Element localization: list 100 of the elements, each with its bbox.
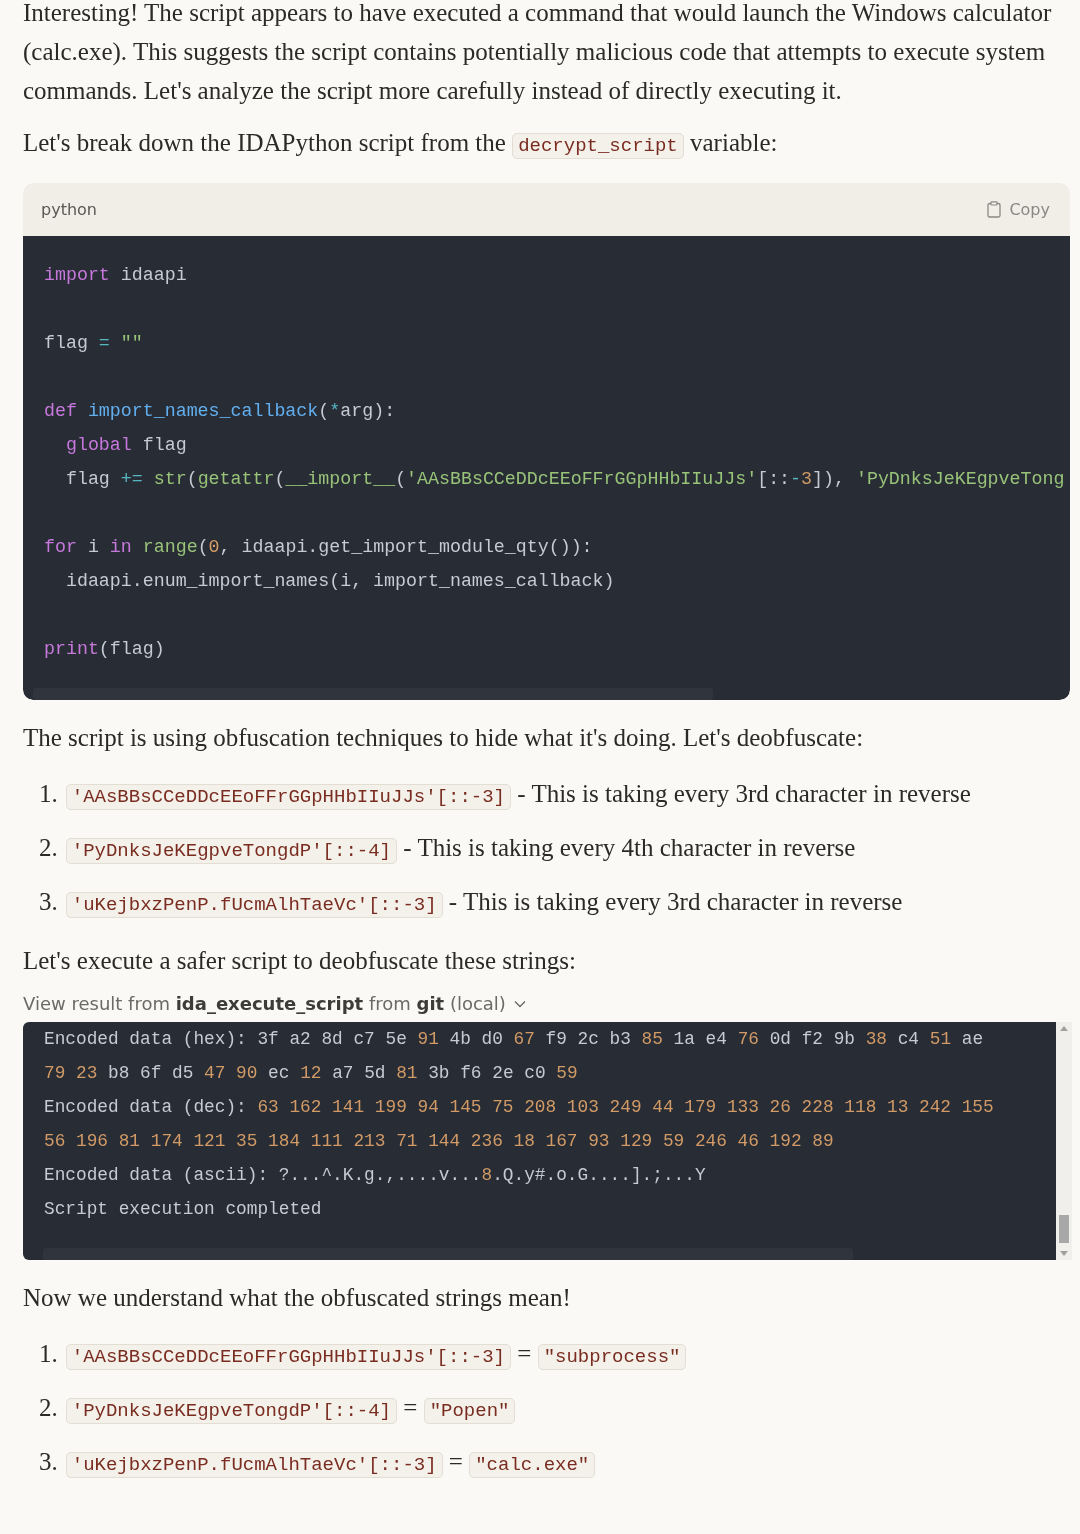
code-token: Encoded data (hex): 3f a2 8d c7 5e <box>44 1029 408 1049</box>
inline-code: 'AAsBBsCCeDDcEEoFFrGGpHHbIIuJJs'[::-3] <box>65 784 512 810</box>
code-token: - <box>790 469 802 489</box>
paragraph: The script is using obfuscation techniques to hide what it's doing. Let's deobfuscate: <box>23 723 865 753</box>
code-token: flag <box>141 435 187 455</box>
code-token: 0 <box>208 537 220 557</box>
text: = <box>447 1448 464 1475</box>
code-token: Encoded data (dec): <box>44 1097 248 1117</box>
code-token: 3b f6 2e c0 <box>427 1063 547 1083</box>
code-token: ( <box>395 469 407 489</box>
code-token: for <box>44 537 77 557</box>
code-token: 63 162 141 199 94 145 75 208 103 249 44 179 133 26 228 118 13 242 155 <box>257 1097 994 1117</box>
code-token: * <box>329 401 341 421</box>
code-token: __import__ <box>285 469 396 489</box>
code-token: idaapi.enum_import_names(i, import_names_callback) <box>64 571 615 591</box>
code-token: print <box>44 639 99 659</box>
inline-code: decrypt_script <box>512 133 684 159</box>
code-token: 23 <box>75 1063 98 1083</box>
code-token: def <box>44 401 77 421</box>
code-token: range <box>141 537 198 557</box>
list-number: 2. <box>39 833 58 863</box>
list-number: 1. <box>39 779 58 809</box>
code-token: "" <box>119 333 143 353</box>
code-token: (flag) <box>98 639 165 659</box>
scrollbar-thumb[interactable] <box>43 1248 853 1260</box>
code-token: global <box>64 435 132 455</box>
paragraph: Let's execute a safer script to deobfuscate these strings: <box>23 946 577 976</box>
code-token: arg): <box>340 401 396 421</box>
inline-code: "Popen" <box>423 1398 516 1424</box>
code-token: import <box>44 265 110 285</box>
code-token: idaapi <box>119 265 187 285</box>
code-token: 38 <box>865 1029 888 1049</box>
text: - This is taking every 3rd character in reverse <box>516 780 971 807</box>
code-token: 79 <box>44 1063 66 1083</box>
code-token: ]), <box>812 469 846 489</box>
code-token: [:: <box>757 469 791 489</box>
inline-code: 'AAsBBsCCeDDcEEoFFrGGpHHbIIuJJs'[::-3] <box>65 1344 512 1370</box>
vertical-scrollbar[interactable] <box>1056 1022 1072 1260</box>
code-token: getattr <box>197 469 275 489</box>
code-token: = <box>98 333 110 353</box>
code-token: 'PyDnksJeKEgpveTong <box>855 469 1065 489</box>
code-token: ( <box>186 469 198 489</box>
code-token: Script execution completed <box>44 1199 322 1219</box>
code-token: 67 <box>513 1029 535 1049</box>
code-token: 85 <box>641 1029 663 1049</box>
list-number: 1. <box>39 1339 58 1369</box>
scrollbar-thumb[interactable] <box>33 688 713 700</box>
code-token: 76 <box>737 1029 759 1049</box>
code-token: 90 <box>235 1063 258 1083</box>
code-token: 51 <box>929 1029 952 1049</box>
code-token: += <box>120 469 143 489</box>
code-token: 91 <box>417 1029 439 1049</box>
code-token: 3 <box>801 469 813 489</box>
code-token: i <box>86 537 100 557</box>
code-token: ( <box>318 401 330 421</box>
code-token: .Q.y#.o.G....].;...Y <box>492 1165 706 1185</box>
inline-code: 'PyDnksJeKEgpveTongdP'[::-4] <box>65 1398 397 1424</box>
list-number: 3. <box>39 1447 58 1477</box>
list-number: 3. <box>39 887 58 917</box>
clipboard-icon <box>987 201 1002 218</box>
code-token: str <box>152 469 187 489</box>
code-token: 12 <box>300 1063 322 1083</box>
tool-result-toggle[interactable]: View result from ida_execute_script from git (local) <box>23 993 506 1014</box>
code-token: import_names_callback <box>86 401 319 421</box>
code-token: 8 <box>481 1165 493 1185</box>
code-token: 1a e4 <box>672 1029 728 1049</box>
inline-code: 'uKejbxzPenP.fUcmAlhTaeVc'[::-3] <box>65 892 443 918</box>
code-token: 0d f2 9b <box>768 1029 856 1049</box>
code-token: ec <box>267 1063 291 1083</box>
text: Let's break down the IDAPython script from the <box>23 129 507 156</box>
inline-code: 'uKejbxzPenP.fUcmAlhTaeVc'[::-3] <box>65 1452 443 1478</box>
code-token: 'AAsBBsCCeDDcEEoFFrGGpHHbIIuJJs' <box>406 469 758 489</box>
code-token: a7 5d <box>331 1063 387 1083</box>
code-token: ( <box>197 537 209 557</box>
code-token: 47 <box>204 1063 226 1083</box>
list-number: 2. <box>39 1393 58 1423</box>
code-token: in <box>109 537 132 557</box>
code-token: 56 196 81 174 121 35 184 111 213 71 144 236 18 167 93 129 59 246 46 192 89 <box>44 1131 834 1151</box>
code-token: Encoded data (ascii): ?...^.K.g.,....v... <box>44 1165 482 1185</box>
paragraph: Interesting! The script appears to have executed a command that would launch the Windows calculator (calc.exe). This suggests the script contains potentially malicious code that attempts to execute system commands. Let's analyze the script more carefully instead of directly executing it. <box>23 0 1053 106</box>
code-token: , idaapi.get_import_module_qty()): <box>219 537 593 557</box>
inline-code: "subprocess" <box>537 1344 687 1370</box>
code-token: 81 <box>396 1063 418 1083</box>
code-token: ae <box>960 1029 984 1049</box>
inline-code: "calc.exe" <box>469 1452 596 1478</box>
code-token: f9 2c b3 <box>544 1029 632 1049</box>
text: = <box>516 1340 533 1367</box>
text: - This is taking every 3rd character in reverse <box>447 888 903 915</box>
code-token: ( <box>274 469 286 489</box>
language-label: python <box>41 200 97 219</box>
text: - This is taking every 4th character in reverse <box>402 834 856 861</box>
inline-code: 'PyDnksJeKEgpveTongdP'[::-4] <box>65 838 397 864</box>
text: = <box>402 1394 419 1421</box>
code-token: flag <box>44 333 89 353</box>
code-token: b8 6f d5 <box>107 1063 195 1083</box>
text: variable: <box>689 129 778 156</box>
code-token: c4 <box>896 1029 921 1049</box>
paragraph: Now we understand what the obfuscated strings mean! <box>23 1283 572 1313</box>
code-token: 4b d0 <box>448 1029 504 1049</box>
code-token: flag <box>64 469 111 489</box>
